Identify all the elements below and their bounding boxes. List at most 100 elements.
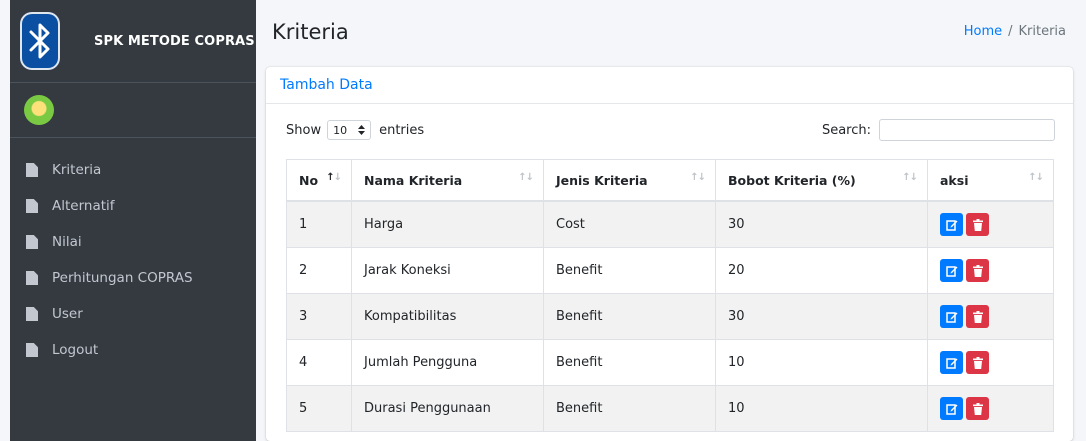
- table-row: 1 Harga Cost 30: [286, 200, 1054, 248]
- cell-jenis: Benefit: [543, 339, 716, 386]
- bluetooth-icon: [20, 12, 60, 70]
- sidebar-item-label: Kriteria: [52, 162, 102, 178]
- cell-aksi: [927, 200, 1054, 248]
- edit-button[interactable]: [940, 397, 963, 420]
- trash-icon: [972, 264, 983, 277]
- edit-button[interactable]: [940, 213, 963, 236]
- sidebar-item-label: Logout: [52, 342, 99, 358]
- sidebar-item-label: User: [52, 306, 83, 322]
- sidebar-item-logout[interactable]: Logout: [10, 332, 256, 368]
- file-icon: [26, 343, 38, 357]
- cell-nama: Durasi Penggunaan: [351, 385, 544, 432]
- add-data-link[interactable]: Tambah Data: [280, 77, 373, 93]
- cell-aksi: [927, 293, 1054, 340]
- sidebar-item-label: Nilai: [52, 234, 82, 250]
- delete-button[interactable]: [966, 213, 989, 236]
- sort-icon: ↑↓: [902, 172, 918, 183]
- breadcrumb-separator: /: [1008, 24, 1013, 39]
- column-header-label: Jenis Kriteria: [556, 172, 648, 188]
- sidebar-item-label: Perhitungan COPRAS: [52, 270, 193, 286]
- sidebar-item-kriteria[interactable]: Kriteria: [10, 152, 256, 188]
- cell-nama: Jumlah Pengguna: [351, 339, 544, 386]
- column-header-jenis-kriteria[interactable]: Jenis Kriteria ↑↓: [543, 159, 716, 202]
- cell-aksi: [927, 385, 1054, 432]
- cell-aksi: [927, 247, 1054, 294]
- cell-no: 5: [286, 385, 352, 432]
- edit-icon: [945, 357, 957, 369]
- cell-bobot: 30: [715, 293, 928, 340]
- cell-bobot: 30: [715, 200, 928, 248]
- column-header-no[interactable]: No ↑↓: [286, 159, 352, 202]
- search-box: Search:: [822, 119, 1055, 141]
- cell-nama: Kompatibilitas: [351, 293, 544, 340]
- sidebar-item-perhitungan-copras[interactable]: Perhitungan COPRAS: [10, 260, 256, 296]
- column-header-aksi[interactable]: aksi ↑↓: [927, 159, 1054, 202]
- cell-jenis: Benefit: [543, 385, 716, 432]
- file-icon: [26, 235, 38, 249]
- delete-button[interactable]: [966, 351, 989, 374]
- cell-bobot: 10: [715, 385, 928, 432]
- cell-nama: Harga: [351, 200, 544, 248]
- breadcrumb: Home / Kriteria: [964, 24, 1066, 39]
- user-avatar[interactable]: [24, 95, 54, 125]
- sidebar-item-nilai[interactable]: Nilai: [10, 224, 256, 260]
- cell-jenis: Cost: [543, 200, 716, 248]
- breadcrumb-current: Kriteria: [1018, 24, 1067, 39]
- delete-button[interactable]: [966, 305, 989, 328]
- cell-jenis: Benefit: [543, 293, 716, 340]
- show-label: Show: [286, 122, 322, 138]
- search-input[interactable]: [879, 119, 1055, 141]
- column-header-label: No: [299, 172, 319, 188]
- sidebar-item-user[interactable]: User: [10, 296, 256, 332]
- table-row: 2 Jarak Koneksi Benefit 20: [286, 247, 1054, 294]
- user-panel: [10, 83, 256, 138]
- table-header-row: No ↑↓ Nama Kriteria ↑↓ Jenis Kriteria ↑↓…: [286, 159, 1054, 202]
- entries-select[interactable]: 10: [327, 120, 372, 140]
- cell-nama: Jarak Koneksi: [351, 247, 544, 294]
- file-icon: [26, 307, 38, 321]
- edit-icon: [945, 265, 957, 277]
- edit-button[interactable]: [940, 259, 963, 282]
- file-icon: [26, 199, 38, 213]
- search-label: Search:: [821, 122, 871, 138]
- sort-icon: ↑↓: [518, 172, 534, 183]
- cell-no: 1: [286, 200, 352, 248]
- cell-bobot: 20: [715, 247, 928, 294]
- sort-icon: ↑↓: [690, 172, 706, 183]
- page-title: Kriteria: [272, 20, 349, 44]
- edit-button[interactable]: [940, 305, 963, 328]
- table-row: 5 Durasi Penggunaan Benefit 10: [286, 385, 1054, 432]
- table-row: 4 Jumlah Pengguna Benefit 10: [286, 339, 1054, 386]
- cell-no: 3: [286, 293, 352, 340]
- cell-no: 4: [286, 339, 352, 386]
- sidebar-nav: Kriteria Alternatif Nilai Perhitungan CO…: [10, 138, 256, 368]
- delete-button[interactable]: [966, 397, 989, 420]
- sidebar-item-label: Alternatif: [52, 198, 115, 214]
- column-header-label: Nama Kriteria: [364, 172, 463, 188]
- trash-icon: [972, 356, 983, 369]
- criteria-table: No ↑↓ Nama Kriteria ↑↓ Jenis Kriteria ↑↓…: [286, 159, 1054, 432]
- sidebar-item-alternatif[interactable]: Alternatif: [10, 188, 256, 224]
- breadcrumb-home-link[interactable]: Home: [964, 24, 1002, 39]
- edit-icon: [945, 403, 957, 415]
- column-header-bobot-kriteria[interactable]: Bobot Kriteria (%) ↑↓: [715, 159, 928, 202]
- entries-length: Show 10 entries: [286, 120, 424, 140]
- sort-asc-icon: ↑↓: [326, 172, 342, 183]
- entries-select-value: 10: [333, 123, 348, 137]
- column-header-label: aksi: [940, 172, 969, 188]
- entries-label: entries: [379, 122, 425, 138]
- brand-title: SPK METODE COPRAS: [94, 33, 255, 49]
- column-header-nama-kriteria[interactable]: Nama Kriteria ↑↓: [351, 159, 544, 202]
- trash-icon: [972, 310, 983, 323]
- file-icon: [26, 271, 38, 285]
- edit-button[interactable]: [940, 351, 963, 374]
- edit-icon: [945, 311, 957, 323]
- criteria-card: Tambah Data Show 10 entries Search: No ↑…: [266, 67, 1073, 441]
- brand-link[interactable]: SPK METODE COPRAS: [10, 0, 256, 83]
- cell-bobot: 10: [715, 339, 928, 386]
- cell-jenis: Benefit: [543, 247, 716, 294]
- trash-icon: [972, 402, 983, 415]
- cell-aksi: [927, 339, 1054, 386]
- table-row: 3 Kompatibilitas Benefit 30: [286, 293, 1054, 340]
- delete-button[interactable]: [966, 259, 989, 282]
